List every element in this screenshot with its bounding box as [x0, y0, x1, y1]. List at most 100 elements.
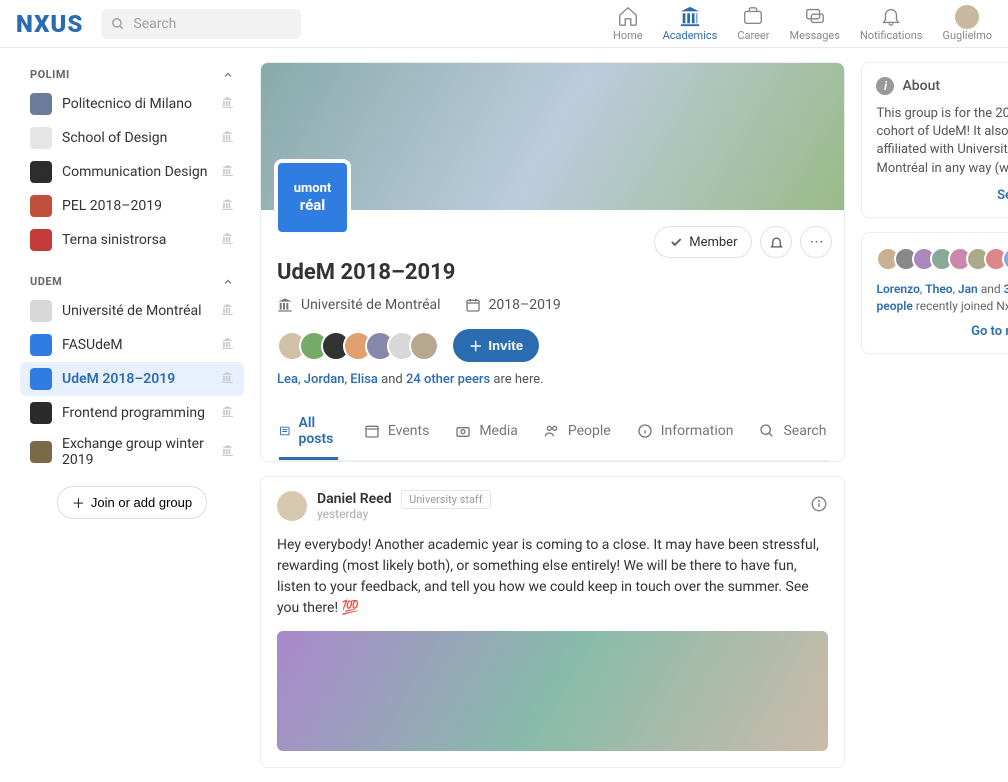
sidebar-item[interactable]: Frontend programming	[20, 396, 244, 430]
calendar-icon	[364, 423, 380, 439]
sidebar: POLIMIPolitecnico di MilanoSchool of Des…	[20, 62, 244, 768]
bell-icon	[769, 235, 784, 250]
group-icon	[30, 368, 52, 390]
group-icon	[30, 195, 52, 217]
group-icon	[30, 93, 52, 115]
post-time: yesterday	[317, 507, 491, 521]
nav-home[interactable]: Home	[613, 5, 643, 42]
tab-media[interactable]: Media	[455, 405, 518, 460]
institution: Université de Montréal	[277, 297, 441, 313]
group-icon	[30, 300, 52, 322]
nav-user[interactable]: Guglielmo	[942, 5, 992, 42]
nav-career[interactable]: Career	[737, 5, 769, 42]
avatar[interactable]	[277, 491, 307, 521]
post-body: Hey everybody! Another academic year is …	[261, 529, 844, 631]
info-icon	[637, 423, 653, 439]
post-author[interactable]: Daniel Reed	[317, 491, 392, 507]
institution-icon	[221, 232, 234, 249]
nav-academics[interactable]: Academics	[663, 5, 718, 42]
tab-events[interactable]: Events	[364, 405, 429, 460]
network-person-link[interactable]: Theo	[925, 282, 952, 296]
posts-icon	[279, 423, 290, 439]
about-title: About	[902, 78, 940, 94]
sidebar-item[interactable]: Terna sinistrorsa	[20, 223, 244, 257]
network-person-link[interactable]: Jan	[958, 282, 978, 296]
chevron-up-icon	[222, 69, 234, 81]
about-panel: i About This group is for the 2018–2019 …	[861, 62, 1008, 218]
network-avatars	[876, 247, 1008, 271]
tab-search[interactable]: Search	[759, 405, 826, 460]
peer-link[interactable]: Jordan	[304, 372, 345, 387]
go-to-network-link[interactable]: Go to network	[876, 324, 1008, 339]
home-icon	[617, 5, 639, 27]
tab-all-posts[interactable]: All posts	[279, 405, 338, 460]
plus-icon: ＋	[72, 493, 85, 512]
avatar	[955, 5, 979, 29]
tab-people[interactable]: People	[544, 405, 611, 460]
invite-button[interactable]: ＋ Invite	[453, 329, 539, 362]
cover-image: umont réal Member ⋯	[261, 63, 844, 210]
sidebar-item[interactable]: PEL 2018–2019	[20, 189, 244, 223]
check-icon	[669, 235, 683, 249]
bell-icon	[880, 5, 902, 27]
search-input[interactable]: Search	[101, 9, 301, 39]
peer-link[interactable]: Lea	[277, 372, 298, 387]
plus-icon: ＋	[469, 336, 482, 355]
post-card: Daniel Reed University staff yesterday H…	[260, 476, 845, 768]
institution-icon	[221, 130, 234, 147]
sidebar-item[interactable]: Communication Design	[20, 155, 244, 189]
institution-icon	[221, 444, 234, 461]
peer-others-link[interactable]: 24 other peers	[406, 372, 490, 387]
group-icon	[30, 127, 52, 149]
group-card: umont réal Member ⋯ UdeM 2018–2019	[260, 62, 845, 462]
more-button[interactable]: ⋯	[800, 226, 832, 258]
join-add-group-button[interactable]: ＋ Join or add group	[57, 486, 207, 519]
network-panel: Lorenzo, Theo, Jan and 34 other people r…	[861, 232, 1008, 355]
sidebar-item[interactable]: Politecnico di Milano	[20, 87, 244, 121]
sidebar-item[interactable]: FASUdeM	[20, 328, 244, 362]
institution-icon	[221, 337, 234, 354]
sidebar-section-header[interactable]: UDEM	[20, 269, 244, 294]
sidebar-item[interactable]: UdeM 2018–2019	[20, 362, 244, 396]
chevron-up-icon	[222, 276, 234, 288]
group-icon	[30, 229, 52, 251]
sidebar-item[interactable]: School of Design	[20, 121, 244, 155]
group-icon	[30, 441, 52, 463]
logo[interactable]: NXUS	[16, 10, 83, 38]
notify-button[interactable]	[760, 226, 792, 258]
member-button[interactable]: Member	[654, 226, 752, 258]
messages-icon	[804, 5, 826, 27]
institution-icon	[221, 405, 234, 422]
post-image[interactable]	[277, 631, 828, 751]
institution-icon	[221, 371, 234, 388]
institution-icon	[221, 198, 234, 215]
group-logo: umont réal	[274, 159, 351, 236]
network-person-link[interactable]: Lorenzo	[876, 282, 919, 296]
group-icon	[30, 334, 52, 356]
tab-information[interactable]: Information	[637, 405, 734, 460]
sidebar-section-header[interactable]: POLIMI	[20, 62, 244, 87]
institution-icon	[221, 303, 234, 320]
network-text: Lorenzo, Theo, Jan and 34 other people r…	[876, 281, 1008, 315]
academics-icon	[679, 5, 701, 27]
nav-notifications[interactable]: Notifications	[860, 5, 923, 42]
career-icon	[742, 5, 764, 27]
search-icon	[111, 17, 125, 31]
nav-messages[interactable]: Messages	[789, 5, 839, 42]
calendar-icon	[465, 297, 481, 313]
see-more-link[interactable]: See more	[876, 188, 1008, 203]
sidebar-item[interactable]: Exchange group winter 2019	[20, 430, 244, 474]
period: 2018–2019	[465, 297, 561, 313]
peer-avatars	[277, 331, 439, 361]
peer-link[interactable]: Elisa	[350, 372, 378, 387]
info-icon: i	[876, 77, 894, 95]
post-more-button[interactable]	[810, 495, 828, 517]
institution-icon	[221, 96, 234, 113]
sidebar-item[interactable]: Université de Montréal	[20, 294, 244, 328]
info-icon	[810, 495, 828, 513]
camera-icon	[455, 423, 471, 439]
group-title: UdeM 2018–2019	[277, 260, 828, 285]
search-icon	[759, 423, 775, 439]
institution-icon	[277, 297, 293, 313]
people-icon	[544, 423, 560, 439]
